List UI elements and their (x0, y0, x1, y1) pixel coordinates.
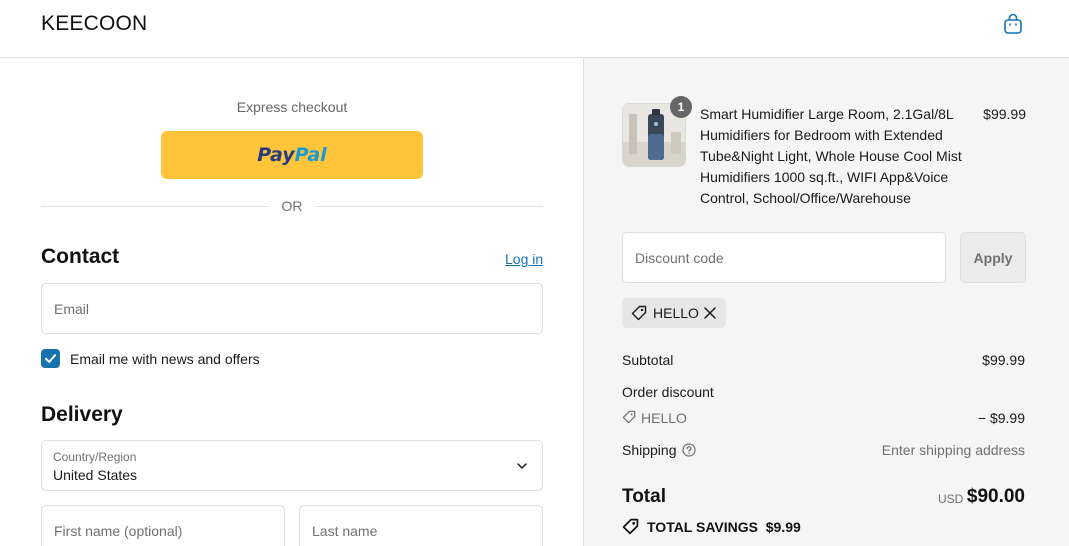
express-checkout-label: Express checkout (236, 99, 348, 115)
shipping-value: Enter shipping address (881, 442, 1025, 458)
discount-code-label: HELLO (641, 410, 687, 426)
site-header: KEECOON (0, 0, 1069, 58)
discount-value: − $9.99 (977, 410, 1025, 426)
subtotal-label: Subtotal (622, 352, 674, 368)
last-name-field[interactable]: Last name (299, 505, 543, 546)
apply-button[interactable]: Apply (960, 232, 1026, 283)
newsletter-checkbox[interactable] (41, 349, 60, 368)
product-title: Smart Humidifier Large Room, 2.1Gal/8L H… (700, 106, 962, 206)
order-discount-label: Order discount (622, 384, 714, 400)
discount-placeholder: Discount code (635, 250, 724, 266)
email-placeholder: Email (54, 301, 90, 317)
tag-icon (631, 305, 647, 321)
store-logo[interactable]: KEECOON (41, 12, 147, 36)
total-savings: TOTAL SAVINGS $9.99 (647, 519, 801, 535)
discount-code-field[interactable]: Discount code (622, 232, 946, 283)
first-name-field[interactable]: First name (optional) (41, 505, 285, 546)
total-currency: USD (938, 492, 964, 506)
newsletter-label[interactable]: Email me with news and offers (70, 351, 260, 367)
total-label: Total (622, 486, 666, 507)
order-summary: 1 Smart Humidifier Large Room, 2.1Gal/8L… (583, 58, 1069, 546)
applied-discount-chip: HELLO (622, 298, 726, 328)
email-field[interactable]: Email (41, 283, 543, 334)
chevron-down-icon (517, 463, 527, 469)
country-select[interactable]: Country/Region United States (41, 440, 543, 491)
checkout-form: Express checkout PayPal OR Contact Log i… (0, 58, 583, 546)
remove-discount-icon[interactable] (703, 306, 717, 320)
subtotal-value: $99.99 (982, 352, 1025, 368)
contact-heading: Contact (41, 245, 120, 268)
first-name-placeholder: First name (optional) (54, 523, 183, 539)
help-circle-icon[interactable] (682, 443, 696, 457)
delivery-heading: Delivery (41, 403, 123, 426)
checkmark-icon (45, 354, 56, 363)
savings-tag-icon (622, 518, 639, 535)
shipping-label: Shipping (622, 442, 677, 458)
or-divider: OR (41, 198, 543, 216)
product-price: $99.99 (983, 106, 1026, 122)
total-value: $90.00 (966, 486, 1025, 507)
tag-icon (622, 410, 636, 424)
login-link[interactable]: Log in (505, 251, 543, 267)
quantity-badge: 1 (670, 96, 692, 118)
country-value: United States (53, 467, 138, 483)
last-name-placeholder: Last name (312, 523, 378, 539)
paypal-logo: PayPal (257, 144, 327, 166)
paypal-button[interactable]: PayPal (161, 131, 423, 179)
country-label: Country/Region (53, 450, 137, 464)
applied-code: HELLO (653, 305, 699, 321)
shopping-bag-icon[interactable] (1001, 12, 1025, 36)
